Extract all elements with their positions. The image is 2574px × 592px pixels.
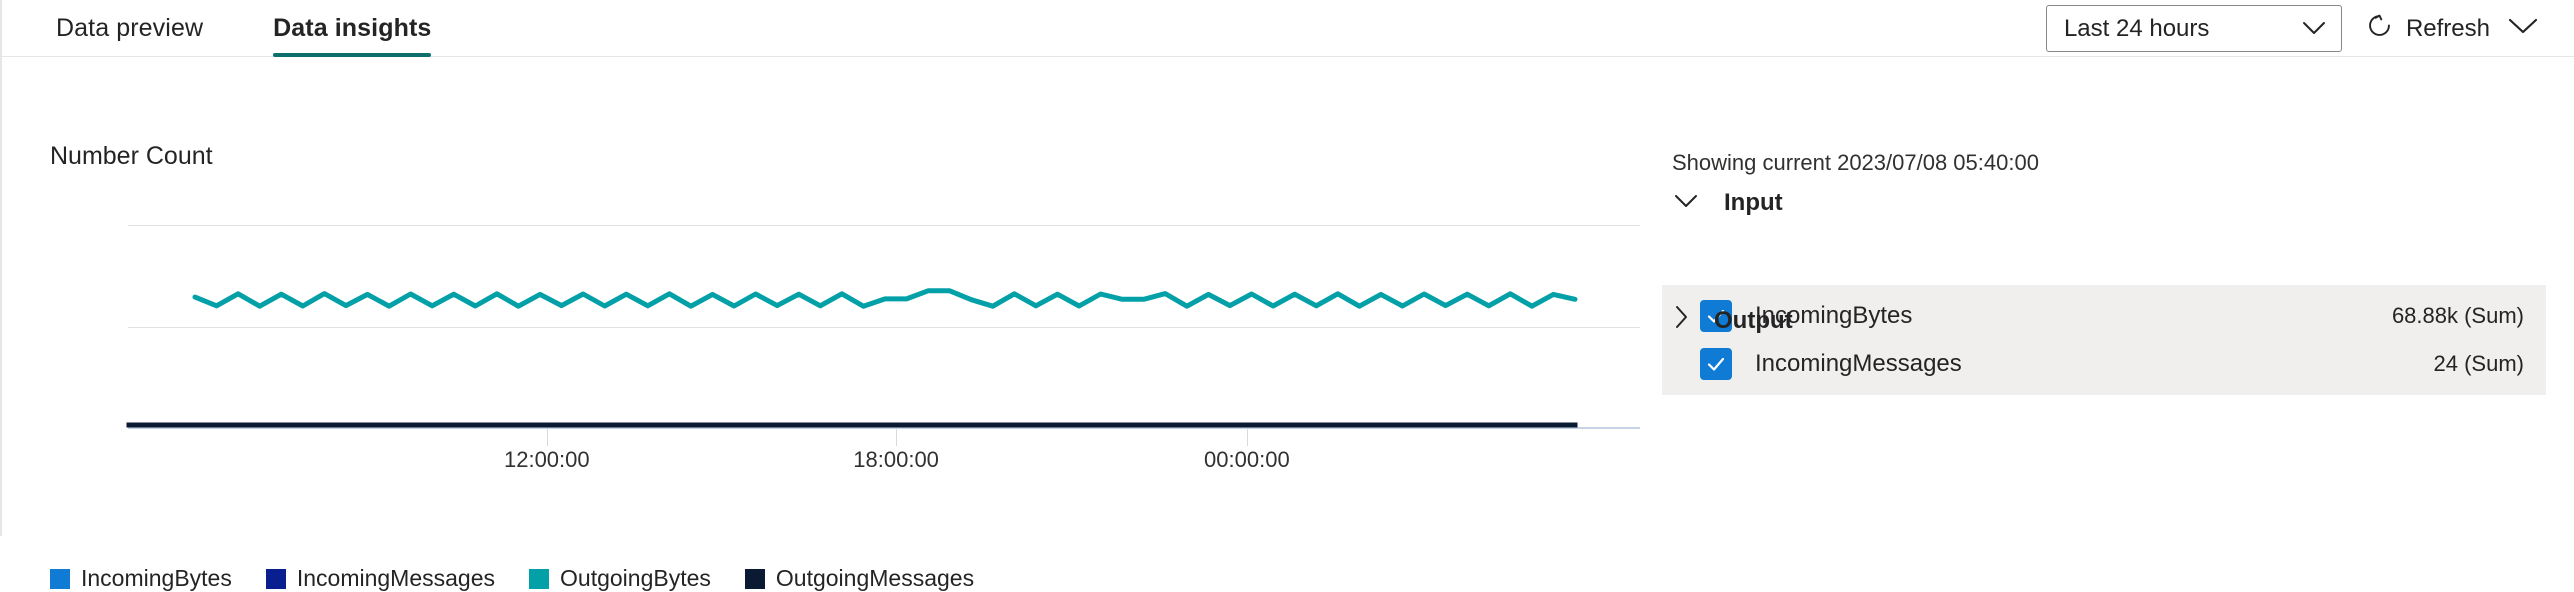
tab-data-insights[interactable]: Data insights (273, 0, 432, 57)
x-axis-tick-label: 12:00:00 (503, 447, 590, 472)
tab-data-insights-label: Data insights (273, 14, 432, 42)
legend-swatch-icon (744, 568, 765, 589)
tab-list: Data preview Data insights (56, 0, 432, 57)
header-overflow-button[interactable] (2496, 5, 2550, 52)
metric-group-input-label: Input (1724, 189, 1783, 216)
x-axis-tick-mark (546, 429, 548, 446)
chart-panel: Number Count 100.00k 50.00k 0 12:00:00 1… (2, 57, 1662, 591)
metric-group-output-header[interactable]: Output (1672, 303, 1793, 338)
metrics-detail-panel: Showing current 2023/07/08 05:40:00 Inpu… (1662, 57, 2574, 536)
chart-legend: IncomingBytes IncomingMessages OutgoingB… (50, 565, 974, 592)
metric-group-input-header[interactable]: Input (1672, 189, 1783, 217)
showing-current-timestamp: Showing current 2023/07/08 05:40:00 (1672, 150, 2039, 175)
time-range-value: Last 24 hours (2063, 14, 2210, 42)
metric-value: 24 (Sum) (2433, 351, 2524, 376)
x-axis-tick-label: 18:00:00 (853, 447, 939, 472)
chevron-down-icon (2301, 15, 2327, 43)
x-axis-tick-mark (1246, 429, 1248, 446)
header-bar: Data preview Data insights Last 24 hours… (2, 0, 2574, 57)
legend-swatch-icon (529, 568, 550, 589)
x-axis-tick-mark (896, 429, 898, 446)
metric-group-output-label: Output (1714, 306, 1793, 334)
refresh-icon (2366, 12, 2393, 46)
legend-swatch-icon (265, 568, 286, 589)
refresh-label: Refresh (2405, 14, 2490, 42)
legend-label: OutgoingMessages (775, 565, 975, 591)
metric-value: 68.88k (Sum) (2391, 303, 2524, 328)
metric-list-input: IncomingBytes 68.88k (Sum) IncomingMessa… (1662, 285, 2546, 395)
tab-data-preview[interactable]: Data preview (56, 0, 203, 57)
time-range-dropdown[interactable]: Last 24 hours (2045, 5, 2342, 52)
legend-item-incomingmessages[interactable]: IncomingMessages (265, 565, 496, 592)
metric-label: IncomingMessages (1755, 350, 1962, 377)
legend-swatch-icon (50, 568, 70, 589)
legend-label: IncomingBytes (81, 565, 232, 591)
series-line-outgoingbytes (192, 288, 1578, 309)
legend-item-outgoingmessages[interactable]: OutgoingMessages (744, 565, 975, 592)
chart-series-layer (126, 288, 1578, 428)
legend-label: IncomingMessages (296, 565, 496, 591)
header-actions: Last 24 hours Refresh (2045, 0, 2550, 57)
metric-row[interactable]: IncomingMessages 24 (Sum) (1700, 340, 2524, 388)
legend-item-incomingbytes[interactable]: IncomingBytes (50, 565, 232, 592)
chevron-down-icon (1672, 189, 1700, 217)
tab-data-preview-label: Data preview (56, 14, 204, 42)
legend-item-outgoingbytes[interactable]: OutgoingBytes (529, 565, 711, 592)
metric-row[interactable]: IncomingBytes 68.88k (Sum) (1700, 292, 2524, 340)
metric-checkbox-incomingmessages[interactable] (1700, 348, 1732, 380)
x-axis-tick-label: 00:00:00 (1204, 447, 1290, 472)
refresh-button[interactable]: Refresh (2342, 5, 2496, 52)
chevron-down-icon (2506, 16, 2540, 41)
legend-label: OutgoingBytes (560, 565, 711, 591)
chevron-right-icon (1672, 303, 1690, 338)
